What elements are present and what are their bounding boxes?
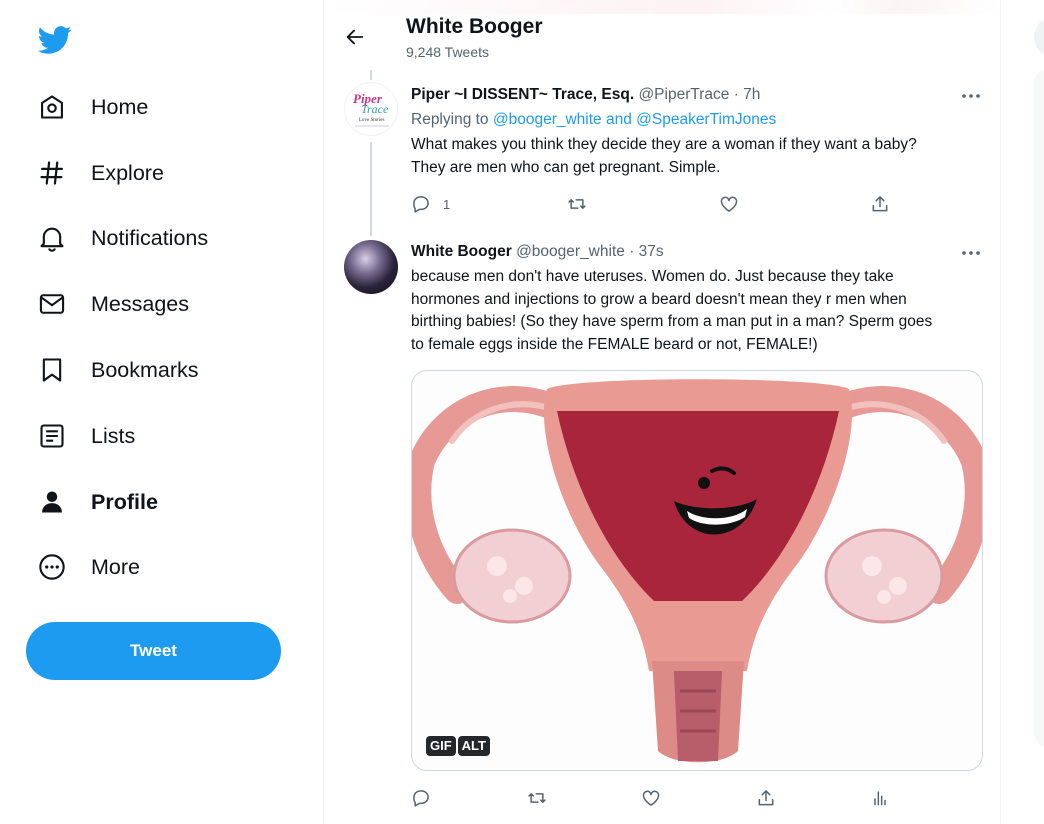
author-handle[interactable]: @PiperTrace — [638, 86, 729, 103]
hashtag-icon — [40, 161, 64, 185]
analytics-button[interactable] — [870, 788, 890, 808]
retweet-button[interactable] — [567, 194, 587, 214]
reply-button[interactable]: 1 — [411, 194, 450, 214]
tweet-text-line: What makes you think they decide they ar… — [411, 136, 917, 153]
thread-line — [370, 142, 372, 236]
nav-messages-label: Messages — [91, 291, 189, 316]
author-name[interactable]: Piper ~I DISSENT~ Trace, Esq. — [411, 86, 634, 103]
author-handle[interactable]: @booger_white — [516, 243, 625, 260]
bell-icon — [40, 227, 64, 252]
nav-home-label: Home — [91, 94, 149, 119]
nav-more-label: More — [91, 554, 140, 579]
alt-badge[interactable]: ALT — [457, 736, 490, 756]
reply-icon — [413, 196, 429, 213]
back-button[interactable] — [340, 22, 370, 52]
tweet-more-button[interactable] — [960, 246, 982, 260]
reply-icon — [413, 790, 429, 807]
analytics-bars-icon — [874, 791, 886, 806]
replying-to: Replying to @booger_white and @SpeakerTi… — [411, 111, 776, 129]
avatar[interactable] — [344, 240, 398, 294]
heart-icon — [720, 196, 738, 212]
tweet-text-line: to female eggs inside the FEMALE beard o… — [411, 335, 818, 353]
uterus-illustration — [412, 379, 982, 763]
tweet-text-line: They are men who can get pregnant. Simpl… — [411, 158, 721, 176]
nav-profile-label: Profile — [91, 489, 158, 514]
bookmark-icon — [42, 358, 62, 382]
tweet-text-line: birthing babies! (So they have sperm fro… — [411, 313, 933, 330]
share-icon — [872, 196, 888, 212]
tweet-media-gif[interactable]: GIF ALT — [411, 370, 983, 771]
envelope-icon — [39, 294, 65, 314]
nav-bookmarks[interactable]: Bookmarks — [26, 344, 213, 396]
nav-notifications-label: Notifications — [91, 225, 209, 250]
heart-icon — [642, 790, 660, 806]
nav-explore[interactable]: Explore — [26, 147, 178, 199]
avatar-logo: Piper Trace Love Stories — [353, 91, 389, 127]
tweet-text-line: hormones and injections to grow a beard … — [411, 290, 907, 308]
replying-to-label: Replying to — [411, 111, 489, 128]
tweet-text: because men don't have uteruses. Women d… — [411, 266, 932, 356]
like-button[interactable] — [719, 194, 739, 214]
media-badges: GIF ALT — [426, 736, 490, 756]
gif-badge: GIF — [426, 736, 456, 756]
nav-messages[interactable]: Messages — [26, 278, 203, 330]
author-name[interactable]: White Booger — [411, 243, 512, 260]
retweet-button[interactable] — [527, 788, 547, 808]
more-horizontal-icon — [962, 94, 980, 98]
twitter-bird-icon[interactable] — [37, 22, 74, 58]
right-sidebar-panel — [1034, 68, 1044, 748]
search-input[interactable] — [1034, 16, 1044, 58]
svg-text:Love Stories: Love Stories — [359, 118, 384, 123]
tweet-count: 9,248 Tweets — [406, 44, 490, 60]
share-button[interactable] — [756, 788, 776, 808]
like-button[interactable] — [641, 788, 661, 808]
share-icon — [758, 790, 774, 806]
more-circle-icon — [39, 554, 65, 580]
nav-lists[interactable]: Lists — [26, 410, 149, 462]
thread-line — [370, 70, 372, 80]
svg-text:Trace: Trace — [361, 102, 389, 116]
avatar[interactable]: Piper Trace Love Stories — [344, 82, 398, 136]
nav-home[interactable]: Home — [26, 81, 162, 133]
tweet-time[interactable]: · 37s — [629, 243, 663, 260]
main-column: White Booger 9,248 Tweets Piper Trace Lo… — [323, 0, 1001, 824]
nav-lists-label: Lists — [91, 423, 136, 448]
tweet-header: White Booger @booger_white · 37s — [411, 243, 664, 261]
tweet-time[interactable]: · 7h — [734, 86, 761, 103]
nav-bookmarks-label: Bookmarks — [91, 357, 199, 382]
scroll-fade — [324, 0, 1000, 14]
page-title: White Booger — [406, 15, 543, 38]
arrow-left-icon — [346, 29, 364, 45]
reply-button[interactable] — [411, 788, 431, 808]
nav-explore-label: Explore — [91, 160, 164, 185]
person-icon — [42, 491, 62, 513]
reply-count: 1 — [443, 196, 451, 212]
replying-to-mentions[interactable]: @booger_white and @SpeakerTimJones — [493, 111, 776, 128]
nav-more[interactable]: More — [26, 541, 154, 593]
tweet-more-button[interactable] — [960, 89, 982, 103]
left-sidebar: Home Explore Notifications Messages Book… — [0, 0, 322, 824]
tweet-button[interactable]: Tweet — [26, 622, 281, 680]
more-horizontal-icon — [962, 251, 980, 255]
tweet-text-line: because men don't have uteruses. Women d… — [411, 268, 894, 285]
tweet-header: Piper ~I DISSENT~ Trace, Esq. @PiperTrac… — [411, 86, 760, 104]
share-button[interactable] — [870, 194, 890, 214]
nav-profile[interactable]: Profile — [26, 476, 172, 528]
nav-notifications[interactable]: Notifications — [26, 212, 222, 264]
tweet-text: What makes you think they decide they ar… — [411, 134, 917, 179]
retweet-icon — [568, 199, 586, 209]
retweet-icon — [528, 793, 546, 803]
list-icon — [40, 424, 64, 448]
home-icon — [41, 95, 63, 119]
